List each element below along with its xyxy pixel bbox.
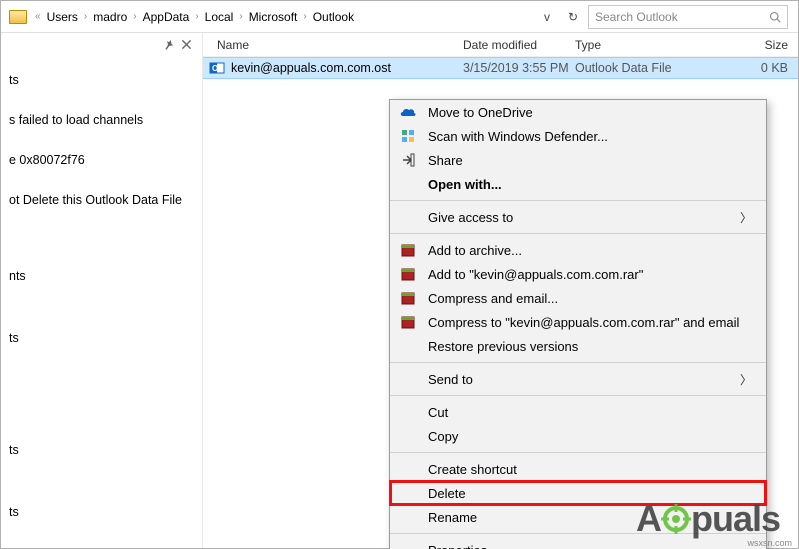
submenu-arrow-icon: 〉 bbox=[740, 209, 752, 226]
winrar-icon bbox=[398, 241, 418, 259]
sidebar-item[interactable]: e 0x80072f76 bbox=[5, 149, 198, 171]
menu-add-named-rar[interactable]: Add to "kevin@appuals.com.com.rar" bbox=[390, 262, 766, 286]
crumb[interactable]: AppData bbox=[141, 8, 192, 26]
crumb[interactable]: Users bbox=[45, 8, 80, 26]
address-bar: « Users› madro› AppData› Local› Microsof… bbox=[1, 1, 798, 33]
sidebar-item[interactable]: ts bbox=[5, 69, 198, 91]
chevron-right-icon: › bbox=[195, 11, 198, 22]
search-input[interactable]: Search Outlook bbox=[588, 5, 788, 29]
menu-rename[interactable]: Rename bbox=[390, 505, 766, 529]
column-header-type[interactable]: Type bbox=[575, 38, 693, 52]
sidebar-item[interactable]: nts bbox=[5, 265, 198, 287]
file-name: kevin@appuals.com.com.ost bbox=[231, 61, 463, 75]
chevron-right-icon: › bbox=[133, 11, 136, 22]
breadcrumb[interactable]: « Users› madro› AppData› Local› Microsof… bbox=[31, 8, 532, 26]
sidebar-item[interactable]: s failed to load channels bbox=[5, 109, 198, 131]
menu-restore-versions[interactable]: Restore previous versions bbox=[390, 334, 766, 358]
menu-copy[interactable]: Copy bbox=[390, 424, 766, 448]
menu-send-to[interactable]: Send to 〉 bbox=[390, 367, 766, 391]
crumb[interactable]: madro bbox=[91, 8, 129, 26]
menu-add-archive[interactable]: Add to archive... bbox=[390, 238, 766, 262]
sidebar-item[interactable]: ts bbox=[5, 439, 198, 461]
chevron-right-icon: › bbox=[303, 11, 306, 22]
refresh-button[interactable]: ↻ bbox=[562, 10, 584, 24]
menu-delete[interactable]: Delete bbox=[390, 481, 766, 505]
chevron-right-icon: › bbox=[84, 11, 87, 22]
menu-cut[interactable]: Cut bbox=[390, 400, 766, 424]
winrar-icon bbox=[398, 265, 418, 283]
menu-move-onedrive[interactable]: Move to OneDrive bbox=[390, 100, 766, 124]
folder-icon bbox=[9, 10, 27, 24]
menu-compress-named-email[interactable]: Compress to "kevin@appuals.com.com.rar" … bbox=[390, 310, 766, 334]
defender-icon bbox=[398, 127, 418, 145]
column-header-name[interactable]: Name bbox=[203, 38, 463, 52]
sidebar-item[interactable]: ot Delete this Outlook Data File bbox=[5, 189, 198, 211]
search-placeholder: Search Outlook bbox=[595, 10, 763, 24]
menu-create-shortcut[interactable]: Create shortcut bbox=[390, 457, 766, 481]
column-header-row: Name Date modified Type Size bbox=[203, 33, 798, 57]
crumb[interactable]: Microsoft bbox=[247, 8, 300, 26]
pin-icon[interactable] bbox=[163, 39, 175, 51]
menu-separator bbox=[390, 452, 766, 453]
onedrive-icon bbox=[398, 103, 418, 121]
navigation-pane[interactable]: ts s failed to load channels e 0x80072f7… bbox=[1, 33, 203, 548]
menu-separator bbox=[390, 533, 766, 534]
submenu-arrow-icon: 〉 bbox=[740, 371, 752, 388]
menu-scan-defender[interactable]: Scan with Windows Defender... bbox=[390, 124, 766, 148]
context-menu: Move to OneDrive Scan with Windows Defen… bbox=[389, 99, 767, 549]
file-type: Outlook Data File bbox=[575, 61, 693, 75]
sidebar-item[interactable]: ts bbox=[5, 501, 198, 523]
crumb[interactable]: Outlook bbox=[311, 8, 356, 26]
outlook-file-icon: O bbox=[209, 60, 225, 76]
share-icon bbox=[398, 151, 418, 169]
search-icon bbox=[769, 11, 781, 23]
menu-give-access[interactable]: Give access to 〉 bbox=[390, 205, 766, 229]
winrar-icon bbox=[398, 289, 418, 307]
file-date: 3/15/2019 3:55 PM bbox=[463, 61, 575, 75]
svg-text:O: O bbox=[212, 64, 218, 73]
sidebar-item[interactable]: ts bbox=[5, 327, 198, 349]
unpin-icon[interactable] bbox=[181, 39, 192, 51]
crumb[interactable]: Local bbox=[203, 8, 236, 26]
menu-open-with[interactable]: Open with... bbox=[390, 172, 766, 196]
chevron-right-icon: › bbox=[239, 11, 242, 22]
menu-separator bbox=[390, 233, 766, 234]
winrar-icon bbox=[398, 313, 418, 331]
column-header-date[interactable]: Date modified bbox=[463, 38, 575, 52]
quickaccess-pinbar bbox=[5, 39, 198, 51]
breadcrumb-dropdown[interactable]: v bbox=[536, 10, 558, 24]
menu-separator bbox=[390, 200, 766, 201]
file-row[interactable]: O kevin@appuals.com.com.ost 3/15/2019 3:… bbox=[203, 57, 798, 79]
menu-compress-email[interactable]: Compress and email... bbox=[390, 286, 766, 310]
menu-separator bbox=[390, 395, 766, 396]
menu-separator bbox=[390, 362, 766, 363]
menu-properties[interactable]: Properties bbox=[390, 538, 766, 549]
menu-share[interactable]: Share bbox=[390, 148, 766, 172]
file-size: 0 KB bbox=[693, 61, 798, 75]
breadcrumb-back[interactable]: « bbox=[35, 11, 41, 22]
column-header-size[interactable]: Size bbox=[693, 38, 798, 52]
